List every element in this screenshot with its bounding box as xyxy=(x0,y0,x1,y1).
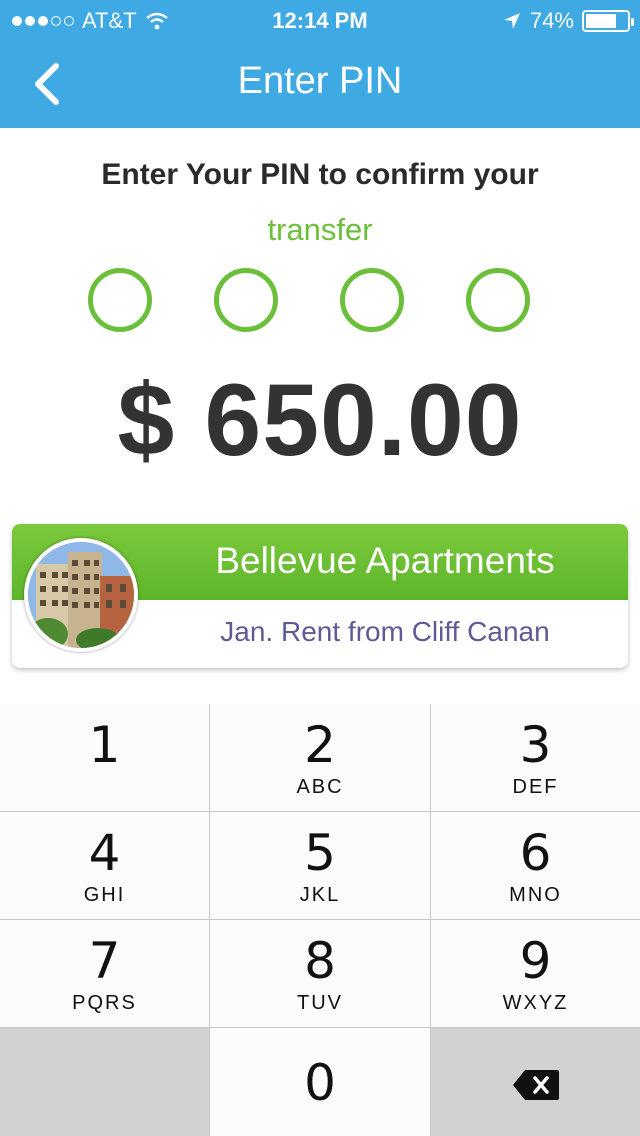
location-arrow-icon xyxy=(503,13,520,29)
key-3[interactable]: 3 DEF xyxy=(431,704,640,811)
key-digit: 2 xyxy=(304,716,336,774)
key-9[interactable]: 9 WXYZ xyxy=(431,920,640,1027)
key-digit: 3 xyxy=(519,716,552,774)
delete-button[interactable] xyxy=(431,1028,640,1136)
payee-note: Jan. Rent from Cliff Canan xyxy=(220,616,550,647)
status-bar: AT&T 12:14 PM 74% xyxy=(0,0,640,40)
keypad: 1 2 ABC 3 DEF 4 GHI 5 JKL 6 MNO 7 PQRS 8… xyxy=(0,704,640,1136)
payee-name: Bellevue Apartments xyxy=(215,540,555,581)
key-letters: MNO xyxy=(509,884,562,906)
key-letters: WXYZ xyxy=(502,992,569,1014)
pin-prompt: Enter Your PIN to confirm your xyxy=(101,158,539,191)
key-8[interactable]: 8 TUV xyxy=(210,920,430,1027)
key-letters: JKL xyxy=(299,884,341,906)
status-right: 74% xyxy=(502,8,634,34)
payee-card: Bellevue Apartments Jan. Rent from Cliff… xyxy=(12,524,628,668)
key-2[interactable]: 2 ABC xyxy=(210,704,430,811)
key-letters: DEF xyxy=(512,776,559,798)
key-letters: GHI xyxy=(83,884,126,906)
backspace-icon xyxy=(512,1070,559,1100)
page-title: Enter PIN xyxy=(237,60,403,102)
key-digit: 7 xyxy=(88,932,121,990)
battery-icon xyxy=(582,10,634,32)
battery-percent: 74% xyxy=(529,8,574,33)
pin-dot xyxy=(214,268,278,332)
transfer-amount: $ 650.00 xyxy=(117,363,523,477)
key-7[interactable]: 7 PQRS xyxy=(0,920,209,1027)
key-digit: 9 xyxy=(519,932,552,990)
apartment-building-photo xyxy=(28,542,134,648)
key-5[interactable]: 5 JKL xyxy=(210,812,430,919)
key-letters: TUV xyxy=(297,992,343,1014)
key-4[interactable]: 4 GHI xyxy=(0,812,209,919)
header: AT&T 12:14 PM 74% Enter PIN xyxy=(0,0,640,128)
key-blank xyxy=(0,1028,209,1136)
key-6[interactable]: 6 MNO xyxy=(431,812,640,919)
key-digit: 4 xyxy=(88,824,121,882)
pin-dot xyxy=(340,268,404,332)
key-digit: 5 xyxy=(304,824,336,882)
pin-dot xyxy=(88,268,152,332)
pin-prompt-continued: transfer xyxy=(267,212,373,247)
key-digit: 0 xyxy=(304,1054,336,1112)
key-0[interactable]: 0 xyxy=(210,1028,430,1136)
pin-dot xyxy=(466,268,530,332)
payee-avatar xyxy=(24,538,138,652)
key-digit: 1 xyxy=(88,716,121,774)
key-digit: 6 xyxy=(519,824,552,882)
key-1[interactable]: 1 xyxy=(0,704,209,811)
key-digit: 8 xyxy=(304,932,336,990)
key-letters: PQRS xyxy=(72,992,137,1014)
key-letters: ABC xyxy=(296,776,344,798)
